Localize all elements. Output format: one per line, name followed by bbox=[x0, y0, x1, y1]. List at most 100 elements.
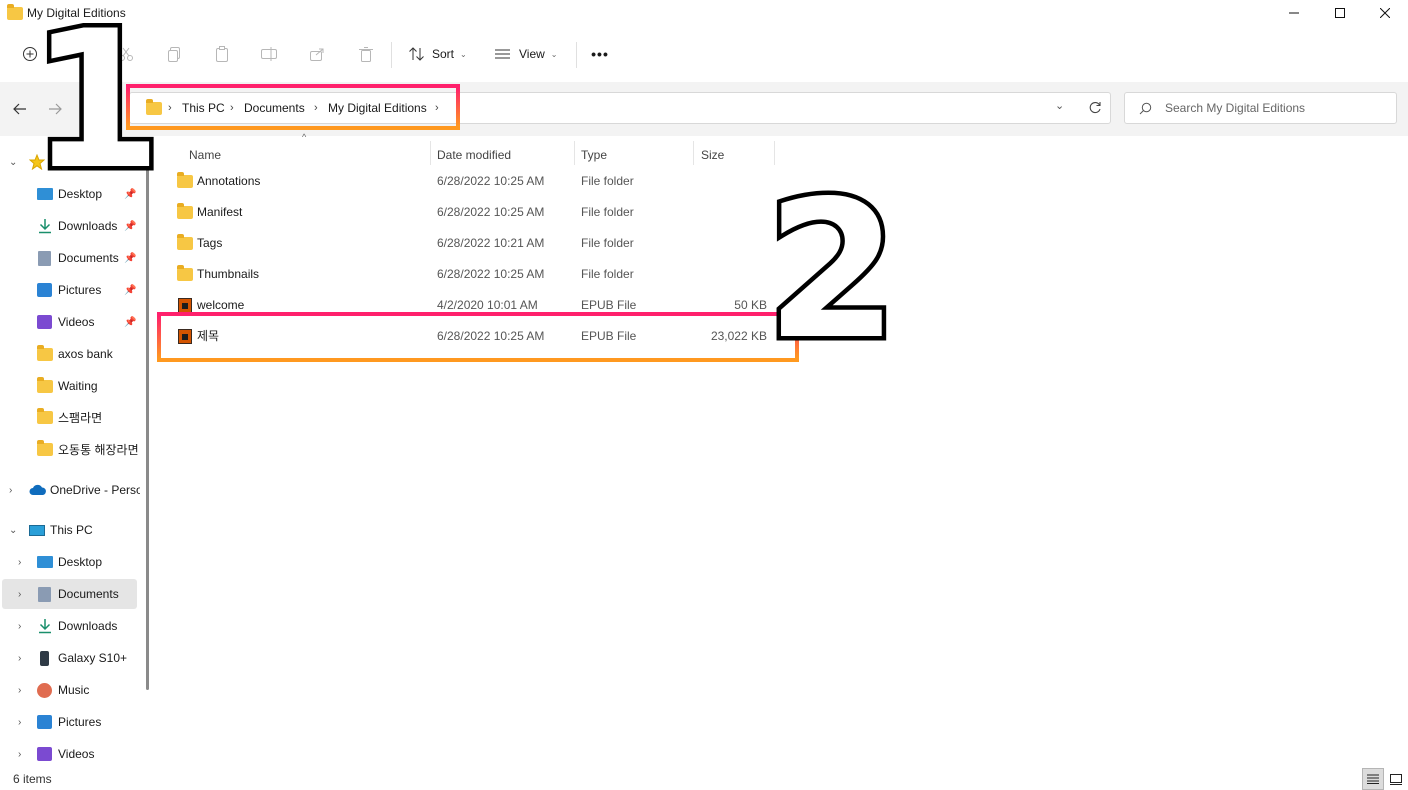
folder-icon bbox=[177, 265, 193, 281]
view-button[interactable]: View ⌄ bbox=[488, 26, 566, 82]
sidebar-item-label: Documents bbox=[58, 587, 119, 601]
sidebar-item-label: Documents bbox=[58, 251, 119, 265]
sidebar-item-axos-bank[interactable]: axos bank bbox=[0, 339, 140, 369]
file-date: 6/28/2022 10:25 AM bbox=[437, 267, 545, 281]
sidebar-item-documents[interactable]: Documents 📌 bbox=[0, 243, 140, 273]
file-date: 6/28/2022 10:21 AM bbox=[437, 236, 545, 250]
document-icon bbox=[38, 250, 51, 266]
minimize-icon bbox=[1289, 12, 1299, 14]
download-icon bbox=[39, 219, 51, 234]
sidebar-item-onedrive[interactable]: › OneDrive - Personal bbox=[0, 475, 140, 505]
expand-icon[interactable]: › bbox=[18, 685, 21, 696]
sidebar-item-pc-documents[interactable]: › Documents bbox=[2, 579, 137, 609]
column-divider[interactable] bbox=[693, 141, 694, 165]
sidebar-item-pc-desktop[interactable]: › Desktop bbox=[0, 547, 140, 577]
column-header-size[interactable]: Size bbox=[701, 141, 724, 169]
videos-icon bbox=[37, 747, 52, 761]
sidebar-scrollbar[interactable] bbox=[146, 150, 149, 690]
expand-icon[interactable]: › bbox=[18, 653, 21, 664]
sidebar-item-pictures[interactable]: Pictures 📌 bbox=[0, 275, 140, 305]
details-view-button[interactable] bbox=[1362, 768, 1384, 790]
desktop-icon bbox=[37, 556, 53, 568]
minimize-button[interactable] bbox=[1271, 0, 1317, 26]
expand-icon[interactable]: › bbox=[18, 621, 21, 632]
expand-icon[interactable]: › bbox=[18, 717, 21, 728]
sidebar-item-this-pc[interactable]: ⌄ This PC bbox=[0, 515, 140, 545]
share-button[interactable] bbox=[303, 26, 331, 82]
collapse-icon[interactable]: ⌄ bbox=[9, 525, 17, 536]
pictures-icon bbox=[37, 715, 52, 729]
view-icon bbox=[495, 49, 510, 59]
sidebar-item-videos[interactable]: Videos 📌 bbox=[0, 307, 140, 337]
sort-label: Sort bbox=[432, 47, 455, 61]
chevron-down-icon: ⌄ bbox=[460, 49, 467, 59]
column-divider[interactable] bbox=[430, 141, 431, 165]
sidebar-item-pc-downloads[interactable]: › Downloads bbox=[0, 611, 140, 641]
file-row[interactable]: Manifest 6/28/2022 10:25 AM File folder bbox=[172, 197, 772, 228]
file-name: Tags bbox=[197, 236, 223, 250]
sidebar-item-label: axos bank bbox=[58, 347, 113, 361]
sidebar-item-waiting[interactable]: Waiting bbox=[0, 371, 140, 401]
sort-icon bbox=[409, 47, 424, 61]
sidebar-item-pc-videos[interactable]: › Videos bbox=[0, 739, 140, 769]
copy-button[interactable] bbox=[160, 26, 188, 82]
document-icon bbox=[38, 586, 51, 602]
file-row[interactable]: Annotations 6/28/2022 10:25 AM File fold… bbox=[172, 166, 772, 197]
paste-button[interactable] bbox=[208, 26, 236, 82]
sidebar-item-label: Music bbox=[58, 683, 90, 697]
close-icon bbox=[1380, 8, 1390, 18]
navigation-pane: ⌄ Quick access Desktop 📌 Downloads 📌 Doc… bbox=[0, 136, 148, 768]
pin-icon: 📌 bbox=[124, 284, 137, 296]
sidebar-item-odongtong-ramen[interactable]: 오동통 해장라면 bbox=[0, 434, 140, 464]
rename-button[interactable] bbox=[255, 26, 283, 82]
search-box[interactable]: Search My Digital Editions bbox=[1124, 92, 1397, 124]
expand-icon[interactable]: › bbox=[9, 485, 12, 496]
toolbar-divider bbox=[576, 42, 577, 68]
file-name: Manifest bbox=[197, 205, 243, 219]
sidebar-item-label: 오동통 해장라면 bbox=[58, 442, 139, 457]
tiles-view-button[interactable] bbox=[1386, 768, 1406, 790]
sidebar-item-label: Videos bbox=[58, 315, 95, 329]
view-label: View bbox=[519, 47, 545, 61]
phone-icon bbox=[40, 650, 49, 666]
column-header-date-modified[interactable]: Date modified bbox=[437, 141, 511, 169]
delete-button[interactable] bbox=[352, 26, 380, 82]
rename-icon bbox=[261, 47, 277, 61]
expand-icon[interactable]: › bbox=[18, 589, 21, 600]
column-header-name[interactable]: Name bbox=[189, 141, 221, 169]
sidebar-item-label: 스팸라면 bbox=[58, 410, 103, 425]
column-header-type[interactable]: Type bbox=[581, 141, 607, 169]
title-bar: My Digital Editions bbox=[0, 0, 1408, 26]
item-count: 6 items bbox=[13, 772, 52, 786]
sidebar-item-label: Downloads bbox=[58, 619, 118, 633]
file-row[interactable]: Tags 6/28/2022 10:21 AM File folder bbox=[172, 228, 772, 259]
maximize-button[interactable] bbox=[1317, 0, 1363, 26]
address-dropdown-icon[interactable]: ⌄ bbox=[1055, 99, 1064, 112]
sidebar-item-music[interactable]: › Music bbox=[0, 675, 140, 705]
refresh-icon bbox=[1089, 102, 1101, 114]
expand-icon[interactable]: › bbox=[18, 557, 21, 568]
sidebar-item-spam-ramen[interactable]: 스팸라면 bbox=[0, 402, 140, 432]
collapse-icon[interactable]: ⌄ bbox=[9, 157, 17, 168]
file-name: Annotations bbox=[197, 174, 261, 188]
column-divider[interactable] bbox=[574, 141, 575, 165]
sidebar-item-downloads[interactable]: Downloads 📌 bbox=[0, 211, 140, 241]
sidebar-item-pc-pictures[interactable]: › Pictures bbox=[0, 707, 140, 737]
sidebar-item-label: Videos bbox=[58, 747, 95, 761]
file-row[interactable]: Thumbnails 6/28/2022 10:25 AM File folde… bbox=[172, 259, 772, 290]
sort-button[interactable]: Sort ⌄ bbox=[402, 26, 476, 82]
expand-icon[interactable]: › bbox=[18, 749, 21, 760]
more-options-button[interactable]: ••• bbox=[585, 26, 615, 82]
sidebar-item-galaxy-s10[interactable]: › Galaxy S10+ bbox=[0, 643, 140, 673]
download-icon bbox=[39, 619, 51, 634]
file-highlight-box bbox=[157, 312, 799, 362]
folder-icon bbox=[7, 4, 23, 20]
details-view-icon bbox=[1367, 774, 1379, 784]
search-input[interactable]: Search My Digital Editions bbox=[1165, 93, 1305, 123]
refresh-button[interactable] bbox=[1080, 93, 1110, 123]
status-bar: 6 items bbox=[0, 768, 1408, 790]
pin-icon: 📌 bbox=[124, 316, 137, 328]
close-button[interactable] bbox=[1362, 0, 1408, 26]
music-icon bbox=[37, 682, 52, 698]
folder-icon bbox=[177, 172, 193, 188]
